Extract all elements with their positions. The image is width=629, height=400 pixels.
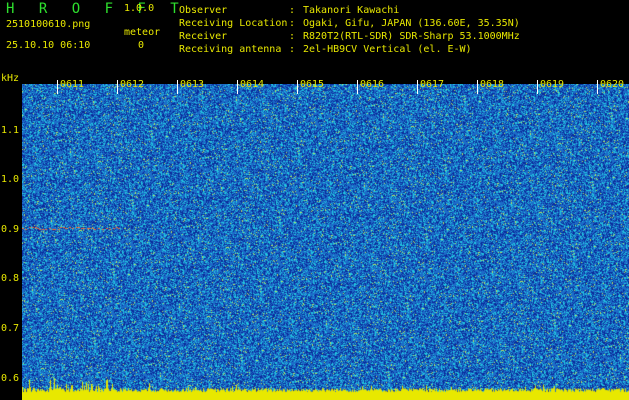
y-tick-label: 0.9 (1, 224, 20, 235)
info-value: R820T2(RTL-SDR) SDR-Sharp 53.1000MHz (303, 31, 520, 42)
x-tick-mark (117, 80, 118, 94)
x-tick-label: 0615 (300, 79, 325, 90)
spectrogram-canvas (22, 84, 629, 400)
y-axis-unit: kHz (1, 73, 20, 84)
info-key: Receiving antenna (179, 44, 282, 55)
file-name: 2510100610.png (6, 19, 91, 30)
info-colon: : (289, 31, 296, 42)
info-key: Observer (179, 5, 228, 16)
x-tick-label: 0612 (120, 79, 145, 90)
y-tick-label: 1.1 (1, 125, 20, 136)
app-version: 1.0.0 (124, 3, 155, 14)
info-key: Receiver (179, 31, 228, 42)
meteor-count: 0 (138, 40, 145, 51)
x-tick-label: 0617 (420, 79, 445, 90)
info-value: 2el-HB9CV Vertical (el. E-W) (303, 44, 472, 55)
x-tick-mark (537, 80, 538, 94)
y-tick-label: 0.6 (1, 373, 20, 384)
timestamp: 25.10.10 06:10 (6, 40, 91, 51)
x-tick-label: 0616 (360, 79, 385, 90)
y-tick-label: 0.7 (1, 323, 20, 334)
info-row-antenna: Receiving antenna : 2el-HB9CV Vertical (… (179, 43, 520, 56)
x-tick-mark (237, 80, 238, 94)
x-tick-mark (357, 80, 358, 94)
y-tick-label: 1.0 (1, 174, 20, 185)
x-tick-label: 0618 (480, 79, 505, 90)
info-row-location: Receiving Location : Ogaki, Gifu, JAPAN … (179, 17, 520, 30)
info-value: Takanori Kawachi (303, 5, 400, 16)
x-tick-mark (417, 80, 418, 94)
info-colon: : (289, 44, 296, 55)
info-key: Receiving Location (179, 18, 288, 29)
x-tick-label: 0620 (600, 79, 625, 90)
x-tick-mark (177, 80, 178, 94)
info-colon: : (289, 18, 296, 29)
station-info: Observer : Takanori Kawachi Receiving Lo… (179, 4, 520, 56)
x-tick-label: 0613 (180, 79, 205, 90)
header-panel: H R O F F T 1.0.0 2510100610.png 25.10.1… (0, 0, 629, 70)
x-tick-mark (297, 80, 298, 94)
x-tick-mark (597, 80, 598, 94)
info-value: Ogaki, Gifu, JAPAN (136.60E, 35.35N) (303, 18, 520, 29)
x-tick-label: 0614 (240, 79, 265, 90)
info-colon: : (289, 5, 296, 16)
x-tick-label: 0611 (60, 79, 85, 90)
x-tick-mark (477, 80, 478, 94)
app-title: H R O F F T (6, 1, 187, 17)
meteor-label: meteor (124, 27, 161, 38)
y-tick-label: 0.8 (1, 273, 20, 284)
x-tick-label: 0619 (540, 79, 565, 90)
x-tick-mark (57, 80, 58, 94)
info-row-observer: Observer : Takanori Kawachi (179, 4, 520, 17)
info-row-receiver: Receiver : R820T2(RTL-SDR) SDR-Sharp 53.… (179, 30, 520, 43)
